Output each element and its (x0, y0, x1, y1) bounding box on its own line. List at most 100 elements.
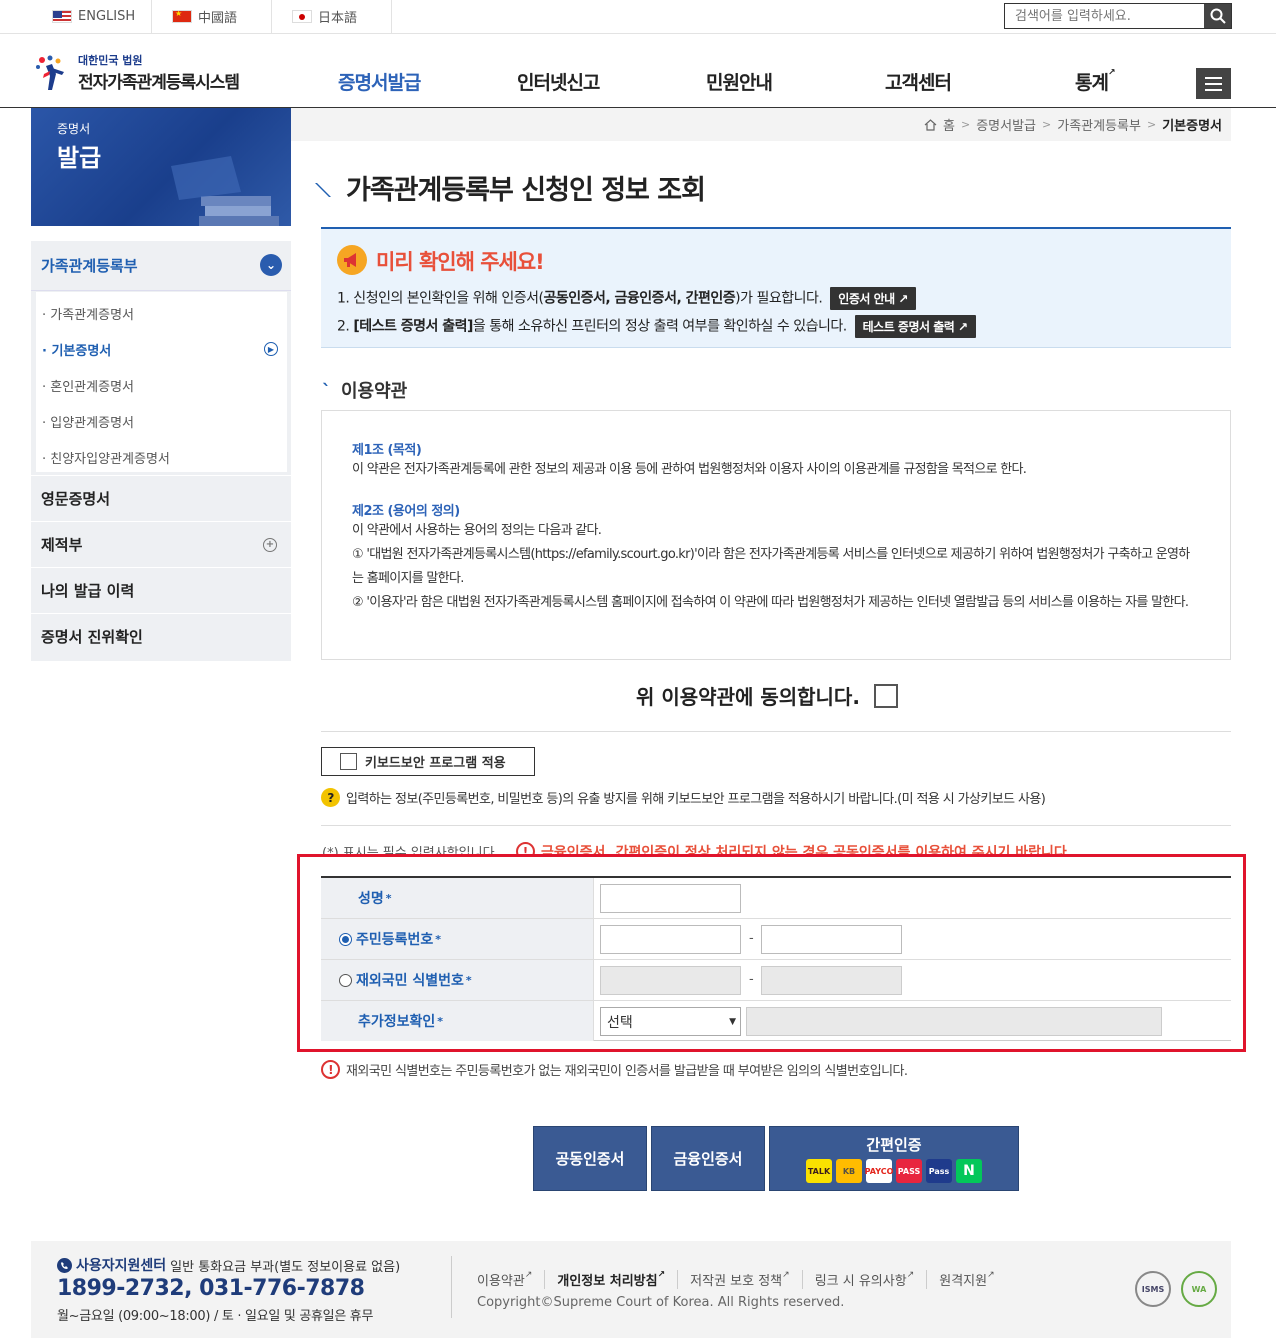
cn-flag-icon (172, 10, 192, 23)
lnb-menu-my-history[interactable]: 나의 발급 이력 (31, 567, 291, 613)
terms-article-2-item-2: ② '이용자'라 함은 대법원 전자가족관계등록시스템 홈페이지에 접속하여 이… (352, 595, 1189, 610)
joint-cert-button[interactable]: 공동인증서 (533, 1126, 647, 1191)
nav-customer-center[interactable]: 고객센터 (885, 68, 952, 95)
hamburger-menu-button[interactable] (1196, 68, 1231, 99)
external-link-icon: ↗ (987, 1270, 995, 1280)
terms-agree-checkbox[interactable] (873, 683, 898, 708)
test-print-button[interactable]: 테스트 증명서 출력 ↗ (854, 315, 976, 338)
search-input[interactable] (1005, 4, 1204, 28)
exclamation-icon: ! (321, 1060, 340, 1079)
lang-english[interactable]: ENGLISH (32, 0, 152, 33)
footer-link-copyright[interactable]: 저작권 보호 정책↗ (677, 1270, 802, 1289)
cert-badges: ISMS WA (1135, 1271, 1217, 1307)
copyright: Copyright©Supreme Court of Korea. All Ri… (477, 1295, 845, 1310)
highlight-box (297, 854, 1246, 1052)
foreign-id-note: ! 재외국민 식별번호는 주민등록번호가 없는 재외국민이 인증서를 발급받을 … (321, 1060, 908, 1079)
external-link-icon: ↗ (898, 292, 908, 306)
site-header: 대한민국 법원 전자가족관계등록시스템 증명서발급 인터넷신고 민원안내 고객센… (0, 34, 1276, 108)
support-center: 사용자지원센터 일반 통화요금 부과(별도 정보이용료 없음) (57, 1255, 400, 1275)
megaphone-icon (337, 245, 367, 275)
search-box (1004, 3, 1232, 29)
lnb-section-family-register[interactable]: 가족관계등록부 ⌄ (31, 241, 291, 291)
lnb-menu-verify[interactable]: 증명서 진위확인 (31, 613, 291, 659)
court-logo-icon (36, 55, 64, 90)
search-button[interactable] (1204, 4, 1231, 28)
nav-certificate[interactable]: 증명서발급 (338, 68, 421, 95)
breadcrumb-family[interactable]: 가족관계등록부 (1057, 115, 1141, 134)
books-illustration (171, 156, 279, 226)
footer-link-link-policy[interactable]: 링크 시 유의사항↗ (801, 1270, 927, 1289)
terms-article-1-body: 이 약관은 전자가족관계등록에 관한 정보의 제공과 이용 등에 관하여 법원행… (352, 462, 1027, 477)
nav-statistics[interactable]: 통계↗ (1075, 68, 1115, 95)
terms-article-2-intro: 이 약관에서 사용하는 용어의 정의는 다음과 같다. (352, 523, 602, 538)
keyboard-security-checkbox[interactable] (340, 753, 357, 770)
isms-badge-icon: ISMS (1135, 1271, 1171, 1307)
footer-link-terms[interactable]: 이용약관↗ (477, 1270, 544, 1289)
nav-civil-guide[interactable]: 민원안내 (706, 68, 773, 95)
notice-title: 미리 확인해 주세요! (376, 250, 545, 274)
payco-icon: PAYCO (865, 1159, 893, 1183)
lnb-menu-english-cert[interactable]: 영문증명서 (31, 475, 291, 521)
question-icon: ? (321, 788, 340, 807)
terms-agree: 위 이용약관에 동의합니다. (636, 681, 898, 710)
terms-box[interactable]: 제1조 (목적) 이 약관은 전자가족관계등록에 관한 정보의 제공과 이용 등… (321, 410, 1231, 660)
wa-badge-icon: WA (1181, 1271, 1217, 1307)
home-icon (924, 118, 937, 131)
phone-icon (57, 1257, 72, 1273)
lnb-item-family-relation[interactable]: · 가족관계증명서 (42, 304, 134, 323)
external-link-icon: ↗ (958, 320, 968, 334)
lnb-item-adoption[interactable]: · 입양관계증명서 (42, 412, 134, 431)
pass-icon: PASS (896, 1159, 922, 1183)
left-nav: 가족관계등록부 ⌄ · 가족관계증명서 · 기본증명서 ▶ · 혼인관계증명서 … (31, 241, 291, 661)
keyboard-note: ? 입력하는 정보(주민등록번호, 비밀번호 등)의 유출 방지를 위해 키보드… (321, 788, 1046, 807)
breadcrumb: 홈 > 증명서발급 > 가족관계등록부 > 기본증명서 (291, 108, 1231, 141)
breadcrumb-current: 기본증명서 (1162, 119, 1222, 134)
plus-circle-icon: + (263, 537, 277, 552)
cert-guide-button[interactable]: 인증서 안내 ↗ (830, 287, 916, 310)
title-mark (315, 183, 343, 197)
search-icon (1210, 8, 1226, 24)
chevron-down-icon: ⌄ (260, 254, 282, 276)
footer-link-remote[interactable]: 원격지원↗ (926, 1270, 1006, 1289)
page-title: 가족관계등록부 신청인 정보 조회 (346, 175, 706, 206)
easy-auth-icons: TALK KB PAYCO PASS Pass N (806, 1159, 982, 1183)
nav-internet-report[interactable]: 인터넷신고 (517, 68, 600, 95)
external-link-icon: ↗ (782, 1270, 790, 1280)
support-hours: 월~금요일 (09:00~18:00) / 토 · 일요일 및 공휴일은 휴무 (57, 1309, 374, 1324)
keyboard-security-toggle[interactable]: 키보드보안 프로그램 적용 (321, 747, 535, 776)
site-logo[interactable]: 대한민국 법원 전자가족관계등록시스템 (32, 52, 240, 93)
notice-line-2: 2. [테스트 증명서 출력]을 통해 소유하신 프린터의 정상 출력 여부를 … (337, 315, 976, 338)
lnb-banner: 증명서 발급 (31, 108, 291, 226)
financial-cert-button[interactable]: 금융인증서 (651, 1126, 765, 1191)
lnb-item-marriage[interactable]: · 혼인관계증명서 (42, 376, 134, 395)
play-circle-icon: ▶ (264, 342, 278, 356)
terms-article-1-title: 제1조 (목적) (352, 443, 422, 458)
lnb-item-basic-cert[interactable]: · 기본증명서 (42, 340, 111, 359)
terms-article-2-item-1: ① '대법원 전자가족관계등록시스템(https://efamily.scour… (352, 547, 1190, 586)
lang-chinese[interactable]: 中國語 (152, 0, 272, 33)
footer-link-privacy[interactable]: 개인정보 처리방침↗ (544, 1270, 677, 1289)
breadcrumb-cert[interactable]: 증명서발급 (976, 115, 1036, 134)
notice-box: 미리 확인해 주세요! 1. 신청인의 본인확인을 위해 인증서(공동인증서, … (321, 229, 1231, 348)
support-phone: 1899-2732, 031-776-7878 (57, 1276, 365, 1301)
lnb-item-full-adoption[interactable]: · 친양자입양관계증명서 (42, 448, 170, 467)
divider (321, 731, 1231, 732)
external-link-icon: ↗ (906, 1270, 915, 1280)
jp-flag-icon (292, 10, 312, 23)
lnb-sub-list: · 가족관계증명서 · 기본증명서 ▶ · 혼인관계증명서 · 입양관계증명서 … (36, 292, 287, 472)
lang-japanese[interactable]: 日本語 (272, 0, 392, 33)
site-footer: 사용자지원센터 일반 통화요금 부과(별도 정보이용료 없음) 1899-2732… (31, 1241, 1231, 1338)
terms-article-2-title: 제2조 (용어의 정의) (352, 504, 460, 519)
lnb-menu-removal-register[interactable]: 제적부 + (31, 521, 291, 567)
external-link-icon: ↗ (657, 1270, 666, 1280)
samsung-pass-icon: Pass (926, 1159, 952, 1183)
breadcrumb-home[interactable]: 홈 (943, 115, 955, 134)
kakao-icon: TALK (806, 1159, 832, 1183)
divider (321, 825, 1231, 826)
easy-auth-button[interactable]: 간편인증 TALK KB PAYCO PASS Pass N (769, 1126, 1019, 1191)
naver-icon: N (956, 1159, 982, 1183)
terms-heading: ˋ 이용약관 (322, 381, 408, 402)
us-flag-icon (52, 10, 72, 23)
footer-links: 이용약관↗ 개인정보 처리방침↗ 저작권 보호 정책↗ 링크 시 유의사항↗ 원… (477, 1270, 1007, 1289)
external-link-icon: ↗ (524, 1270, 533, 1280)
